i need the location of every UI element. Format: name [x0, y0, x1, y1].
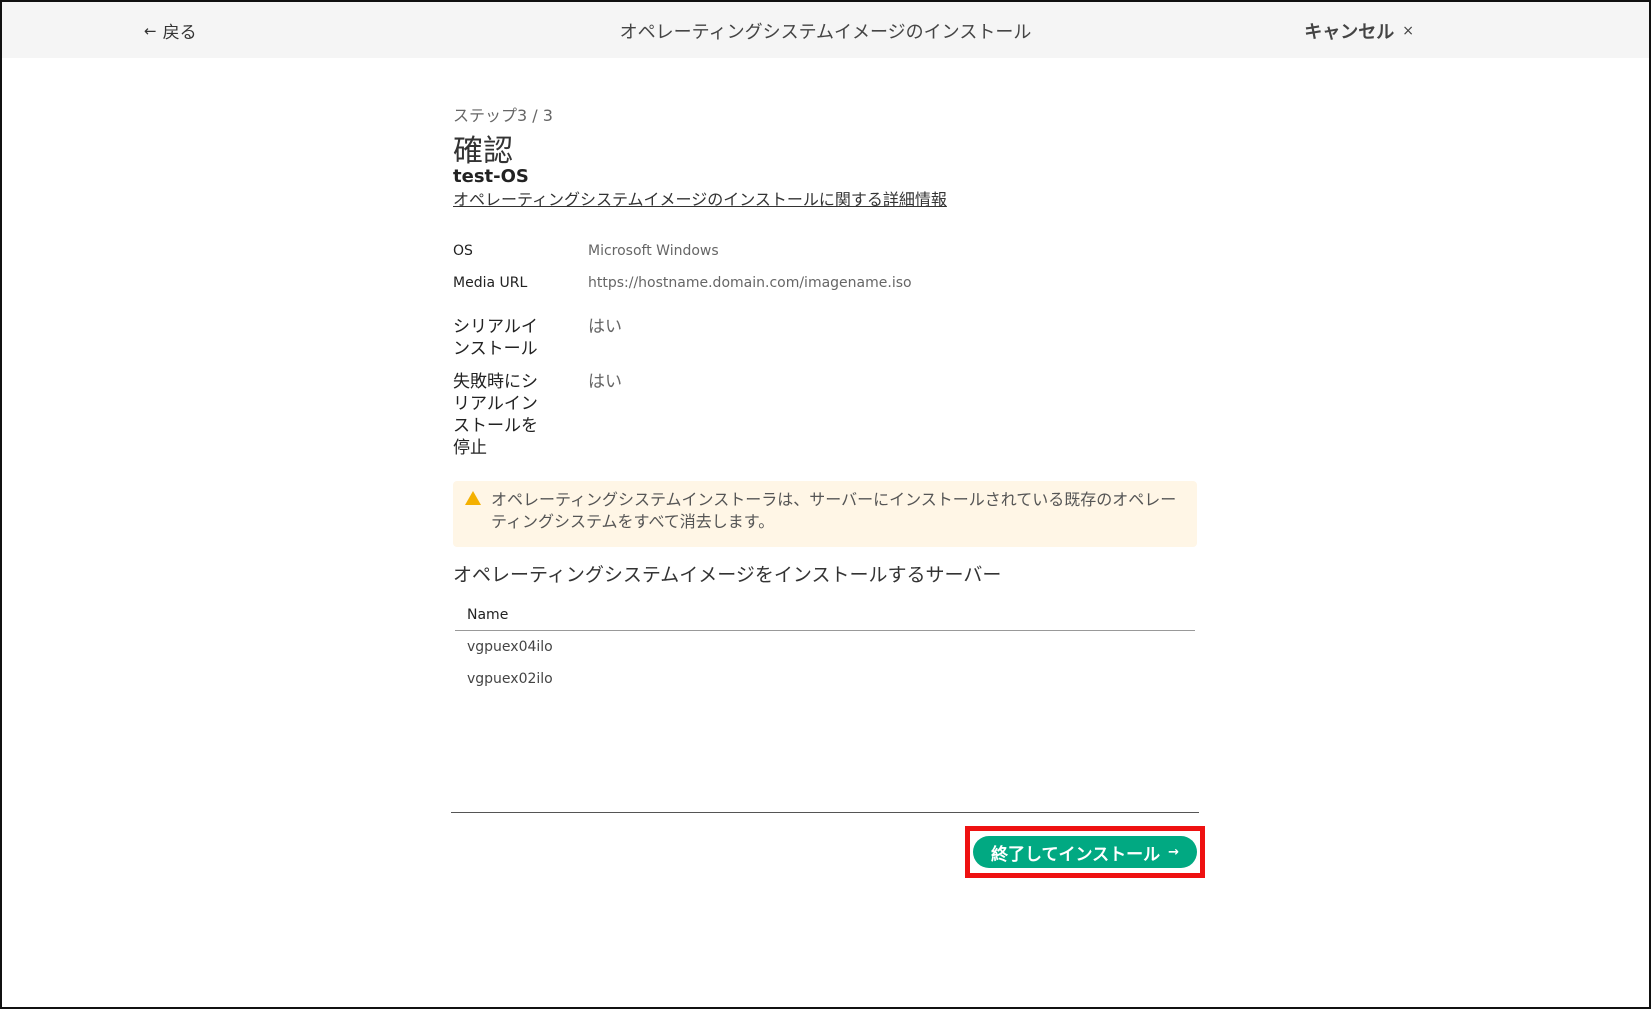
- detail-key: シリアルインストール: [453, 317, 538, 359]
- table-row: vgpuex02ilo: [467, 671, 553, 687]
- warning-icon: [465, 491, 481, 505]
- servers-heading: オペレーティングシステムイメージをインストールするサーバー: [453, 564, 1002, 586]
- image-name: test-OS: [453, 166, 529, 187]
- step-indicator: ステップ3 / 3: [453, 106, 553, 125]
- finish-label: 終了してインストール: [990, 844, 1161, 865]
- more-info-link[interactable]: オペレーティングシステムイメージのインストールに関する詳細情報: [453, 186, 947, 210]
- detail-value: はい: [588, 317, 622, 337]
- detail-value: はい: [588, 372, 622, 392]
- top-bar: ← 戻る オペレーティングシステムイメージのインストール キャンセル ×: [2, 2, 1649, 58]
- detail-value: https://hostname.domain.com/imagename.is…: [588, 275, 912, 291]
- warning-text: オペレーティングシステムインストーラは、サーバーにインストールされている既存のオ…: [491, 490, 1177, 531]
- divider: [451, 812, 1199, 813]
- finish-and-install-button[interactable]: 終了してインストール →: [973, 836, 1197, 868]
- cancel-label: キャンセル: [1304, 22, 1395, 43]
- detail-key: Media URL: [453, 275, 528, 291]
- detail-key: 失敗時にシリアルインストールを停止: [453, 372, 538, 458]
- table-row: vgpuex04ilo: [467, 639, 553, 655]
- close-icon: ×: [1402, 23, 1414, 39]
- cancel-button[interactable]: キャンセル ×: [1304, 18, 1414, 44]
- servers-table: Name vgpuex04ilo vgpuex02ilo: [455, 600, 1195, 695]
- detail-key: OS: [453, 243, 473, 259]
- detail-value: Microsoft Windows: [588, 243, 719, 259]
- page-title: 確認: [453, 134, 513, 169]
- warning-banner: オペレーティングシステムインストーラは、サーバーにインストールされている既存のオ…: [453, 481, 1197, 547]
- column-header-name: Name: [455, 600, 1195, 631]
- arrow-right-icon: →: [1168, 844, 1180, 860]
